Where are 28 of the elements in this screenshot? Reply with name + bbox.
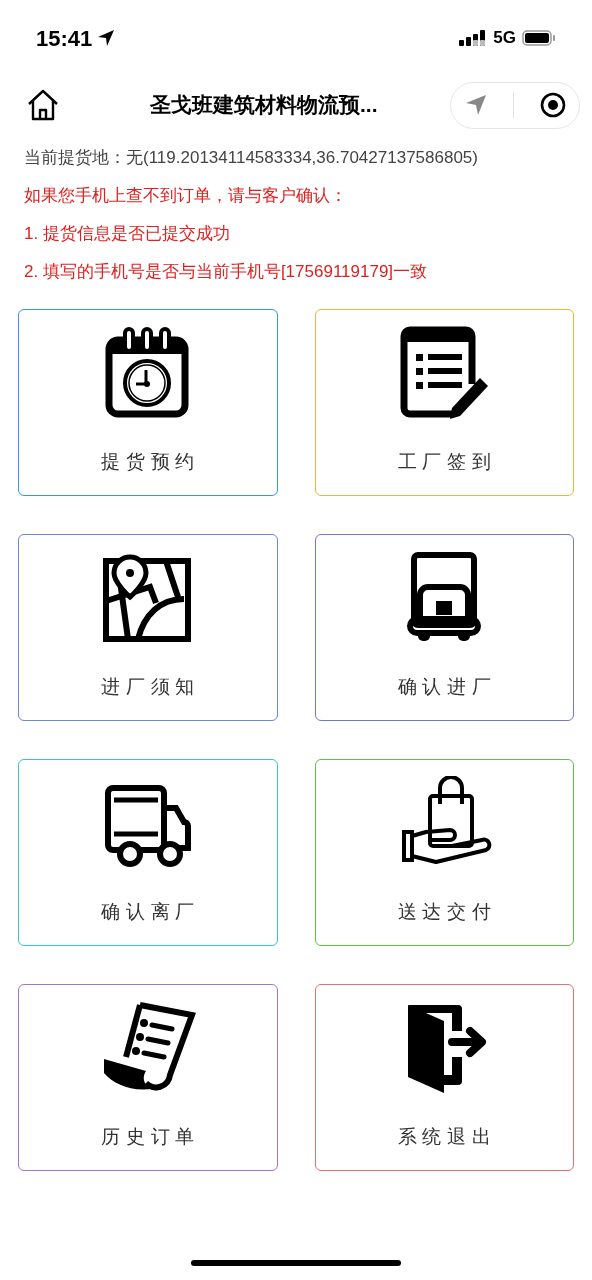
page-title: 圣戈班建筑材料物流预...	[150, 92, 378, 119]
location-arrow-icon	[96, 28, 117, 48]
tile-label: 系统退出	[396, 1125, 497, 1149]
notice-text: 2. 填写的手机号是否与当前手机号[17569119179]一致	[24, 261, 429, 283]
target-icon[interactable]	[538, 91, 567, 119]
menu-tile[interactable]: 工厂签到	[314, 309, 574, 496]
signal-icon	[459, 29, 488, 47]
menu-tile[interactable]: 送达交付	[314, 759, 574, 946]
notice-text: 1. 提货信息是否已提交成功	[24, 223, 231, 245]
tile-label: 送达交付	[396, 900, 497, 924]
tile-label: 确认进厂	[396, 675, 497, 699]
tile-label: 工厂签到	[396, 450, 497, 474]
notice-text: 如果您手机上查不到订单，请与客户确认：	[24, 185, 348, 207]
tile-label: 确认离厂	[100, 900, 200, 924]
status-time: 15:41	[36, 24, 93, 53]
menu-tile[interactable]: 提货预约	[18, 309, 278, 496]
menu-tile[interactable]: 系统退出	[314, 984, 574, 1171]
menu-tile[interactable]: 确认进厂	[314, 534, 574, 721]
menu-tile[interactable]: 确认离厂	[18, 759, 278, 946]
menu-tile[interactable]: 历史订单	[18, 984, 278, 1171]
tile-label: 进厂须知	[100, 675, 200, 699]
tile-label: 历史订单	[100, 1125, 200, 1149]
home-icon[interactable]	[26, 89, 60, 121]
battery-icon	[522, 30, 556, 46]
pickup-location-text: 当前提货地：无(119.20134114583334,36.70427137586805)	[24, 147, 479, 169]
network-label: 5G	[493, 27, 516, 50]
tile-label: 提货预约	[100, 450, 200, 474]
menu-tile[interactable]: 进厂须知	[18, 534, 278, 721]
